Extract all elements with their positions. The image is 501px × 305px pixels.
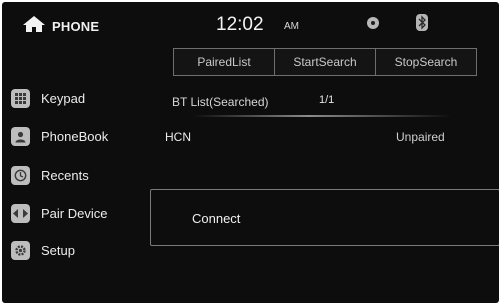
list-divider bbox=[192, 115, 452, 117]
gear-icon bbox=[11, 240, 30, 260]
sidebar-item-phonebook[interactable]: PhoneBook bbox=[11, 124, 151, 148]
sidebar-item-label: Pair Device bbox=[41, 205, 108, 221]
connect-button[interactable]: Connect bbox=[150, 189, 499, 246]
settings-icon[interactable] bbox=[367, 17, 379, 29]
sidebar-item-recents[interactable]: Recents bbox=[11, 163, 151, 187]
clock-ampm: AM bbox=[284, 21, 299, 32]
sidebar-item-label: Keypad bbox=[41, 90, 86, 106]
sidebar-item-setup[interactable]: Setup bbox=[11, 238, 151, 262]
sidebar-item-pair-device[interactable]: Pair Device bbox=[11, 201, 151, 225]
page-indicator: 1/1 bbox=[319, 94, 335, 106]
sidebar-item-label: PhoneBook bbox=[41, 128, 109, 144]
connect-label: Connect bbox=[192, 211, 241, 226]
tab-stop-search[interactable]: StopSearch bbox=[376, 49, 476, 75]
device-status: Unpaired bbox=[396, 130, 445, 144]
device-name: HCN bbox=[165, 130, 191, 144]
contact-icon bbox=[11, 126, 30, 146]
sidebar-item-label: Setup bbox=[41, 242, 75, 258]
home-icon[interactable] bbox=[22, 15, 46, 38]
bt-list-title: BT List(Searched) bbox=[172, 95, 269, 109]
tab-paired-list[interactable]: PairedList bbox=[174, 49, 275, 75]
clock-icon bbox=[11, 165, 30, 185]
bluetooth-icon[interactable] bbox=[416, 14, 428, 31]
phone-screen: PHONE 12:02 AM PairedList StartSearch St… bbox=[2, 2, 499, 303]
sidebar-item-keypad[interactable]: Keypad bbox=[11, 86, 151, 110]
pair-arrows-icon bbox=[11, 203, 30, 223]
app-title: PHONE bbox=[52, 19, 100, 34]
device-row[interactable]: HCN Unpaired bbox=[162, 124, 474, 150]
clock-time: 12:02 bbox=[216, 14, 264, 35]
sidebar-item-label: Recents bbox=[41, 167, 89, 183]
tab-bar: PairedList StartSearch StopSearch bbox=[173, 48, 477, 76]
keypad-icon bbox=[11, 88, 30, 108]
tab-start-search[interactable]: StartSearch bbox=[275, 49, 376, 75]
